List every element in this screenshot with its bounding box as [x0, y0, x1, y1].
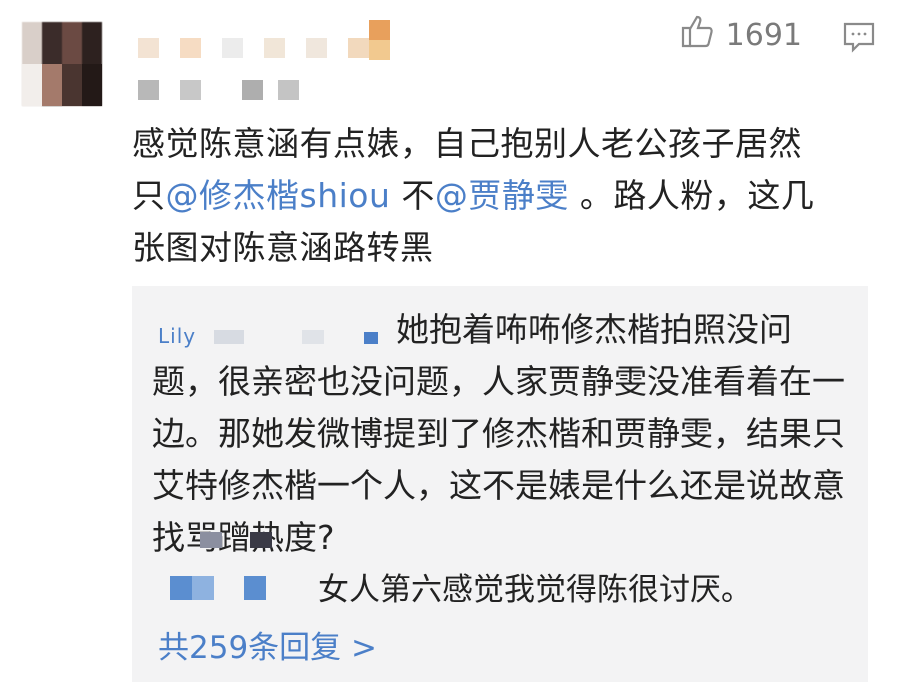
like-button[interactable]: 1691: [680, 15, 802, 53]
second-reply-author-redacted[interactable]: [170, 532, 320, 602]
view-more-replies-link[interactable]: 共259条回复 >: [158, 622, 377, 667]
replies-panel: 她抱着咘咘修杰楷拍照没问题，很亲密也没问题，人家贾静雯没准看着在一边。那她发微博…: [132, 286, 868, 682]
reply-author-partial: Lily: [158, 324, 197, 348]
mention-link[interactable]: @修杰楷shiou: [166, 176, 391, 215]
mention-link[interactable]: @贾静雯: [435, 176, 569, 215]
timestamp-redacted: [138, 80, 308, 102]
comment-text: 感觉陈意涵有点婊，自己抱别人老公孩子居然只@修杰楷shiou 不@贾静雯 。路人…: [132, 118, 832, 274]
thumbs-up-icon: [680, 13, 716, 57]
second-reply-text: 女人第六感觉我觉得陈很讨厌。: [318, 572, 752, 608]
avatar-mosaic: [22, 64, 102, 106]
like-count: 1691: [725, 17, 802, 53]
comment-icon[interactable]: [842, 20, 876, 54]
username-redacted[interactable]: [138, 20, 408, 60]
reply-author-redacted[interactable]: Lily: [152, 318, 392, 348]
comment-text-part2: 不: [390, 176, 435, 215]
